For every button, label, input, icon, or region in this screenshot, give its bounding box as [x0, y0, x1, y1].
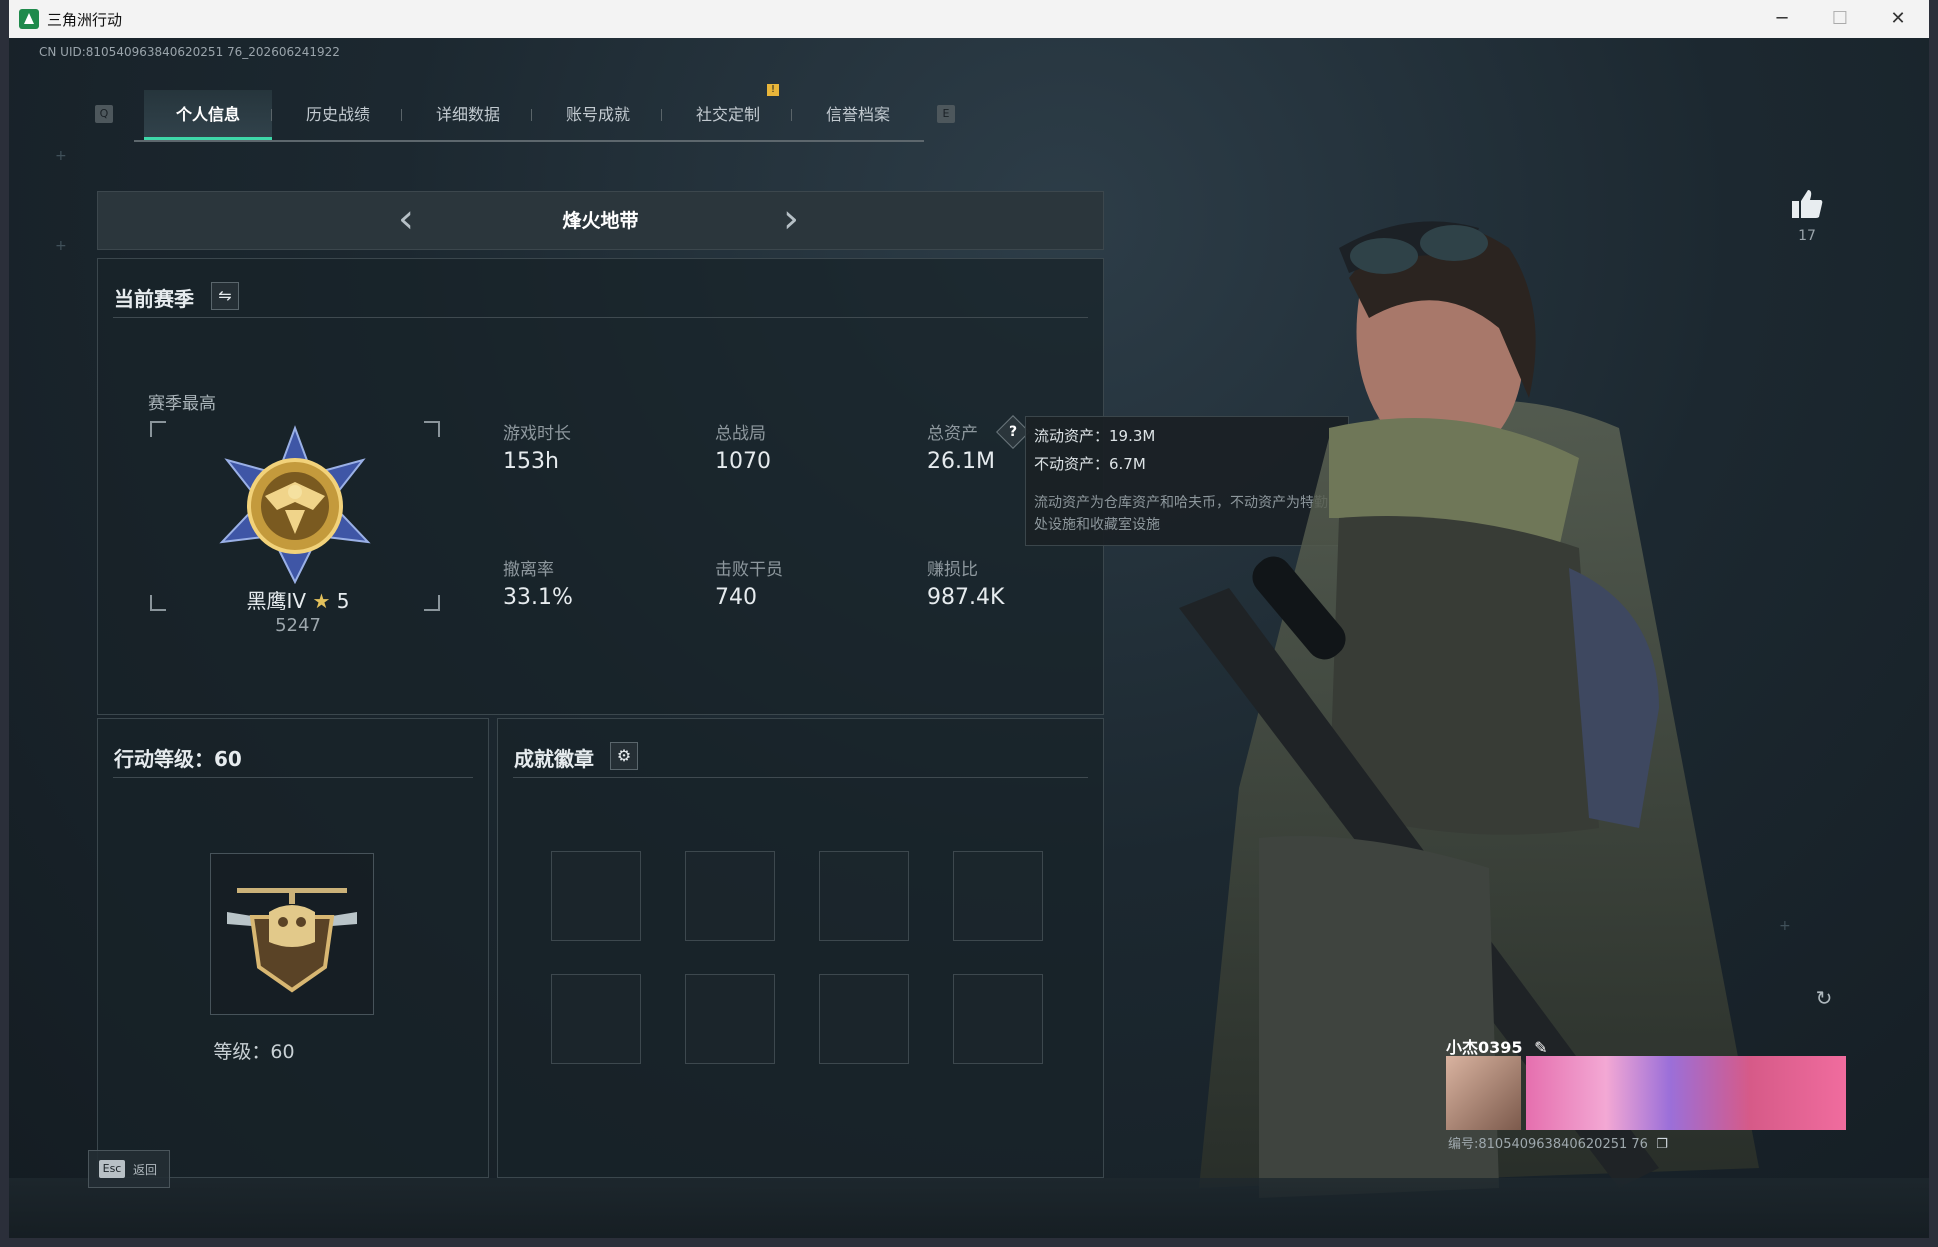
- badge-slot[interactable]: [551, 974, 641, 1064]
- copy-id-icon[interactable]: ❐: [1656, 1137, 1668, 1152]
- thumbs-up-icon[interactable]: [1790, 188, 1824, 220]
- close-button[interactable]: ✕: [1875, 4, 1921, 34]
- tab-notice-badge: !: [767, 84, 779, 96]
- badges-settings-icon[interactable]: ⚙: [610, 742, 638, 770]
- badge-slot[interactable]: [819, 851, 909, 941]
- stat-profit-ratio-value: 987.4K: [927, 585, 1005, 610]
- season-switch-icon[interactable]: ⇋: [211, 282, 239, 310]
- panel-divider: [513, 777, 1088, 778]
- player-name: 小杰0395: [1446, 1038, 1523, 1057]
- minimize-button[interactable]: ─: [1759, 4, 1805, 34]
- player-id-row: 编号:810540963840620251 76 ❐: [1448, 1133, 1668, 1152]
- like-widget[interactable]: 17: [1777, 188, 1837, 244]
- player-card: 小杰0395 ✎ 编号:810540963840620251 76 ❐: [1436, 1030, 1850, 1152]
- stat-total-assets-value: 26.1M: [927, 449, 995, 474]
- deco-cross-icon: +: [55, 238, 67, 254]
- refresh-icon[interactable]: ↻: [1809, 983, 1839, 1013]
- tab-personal-info[interactable]: 个人信息: [144, 90, 272, 140]
- tab-separator: [661, 109, 662, 121]
- level-emblem-box: [210, 853, 374, 1015]
- frame-corner: [424, 595, 440, 611]
- rank-score: 5247: [275, 615, 321, 636]
- badge-slot[interactable]: [953, 851, 1043, 941]
- player-id: 编号:810540963840620251 76: [1448, 1137, 1648, 1152]
- achievement-badges-panel: 成就徽章 ⚙: [497, 718, 1104, 1178]
- player-avatar[interactable]: [1446, 1056, 1521, 1130]
- stat-kills-value: 740: [715, 585, 757, 610]
- badges-panel-title: 成就徽章: [514, 747, 594, 771]
- stat-playtime-label: 游戏时长: [503, 424, 571, 444]
- bottom-bar: [9, 1178, 1929, 1238]
- uid-text: CN UID:810540963840620251 76_20260624192…: [39, 45, 340, 59]
- player-banner[interactable]: [1526, 1056, 1846, 1130]
- tab-account-achievements[interactable]: 账号成就: [534, 90, 662, 140]
- tab-bar: 个人信息 历史战绩 详细数据 账号成就 社交定制 信誉档案: [134, 90, 924, 142]
- edit-name-icon[interactable]: ✎: [1534, 1038, 1547, 1057]
- tab-separator: [271, 109, 272, 121]
- player-name-row: 小杰0395 ✎: [1446, 1034, 1548, 1058]
- rank-emblem-icon: [219, 425, 371, 584]
- tab-prev-key[interactable]: Q: [95, 105, 113, 123]
- stat-kills-label: 击败干员: [715, 560, 783, 580]
- stat-profit-ratio-label: 赚损比: [927, 560, 978, 580]
- season-panel-title: 当前赛季: [114, 287, 194, 311]
- rank-name: 黑鹰IV: [246, 589, 307, 613]
- mode-next-arrow-icon[interactable]: ›: [783, 197, 799, 241]
- badge-slot[interactable]: [819, 974, 909, 1064]
- panel-divider: [113, 777, 473, 778]
- rank-star-icon: ★: [312, 589, 331, 613]
- frame-corner: [150, 421, 166, 437]
- tab-credit-record[interactable]: 信誉档案: [794, 90, 922, 140]
- stat-extraction-rate-label: 撤离率: [503, 560, 554, 580]
- badge-slot[interactable]: [685, 974, 775, 1064]
- frame-corner: [150, 595, 166, 611]
- rank-star-count: 5: [336, 589, 350, 613]
- tab-social-custom[interactable]: 社交定制: [664, 90, 792, 140]
- app-logo-icon: [19, 9, 39, 29]
- mode-title: 烽火地带: [562, 210, 639, 232]
- stat-playtime-value: 153h: [503, 449, 559, 474]
- deco-cross-icon: +: [55, 148, 67, 164]
- stat-extraction-rate-value: 33.1%: [503, 585, 573, 610]
- current-season-panel: 当前赛季 ⇋ 赛季最高 黑鹰IV ★ 5 5247 游戏时长 153h 总战局 …: [97, 258, 1104, 715]
- stat-total-assets-label: 总资产: [927, 424, 978, 444]
- badge-slot[interactable]: [551, 851, 641, 941]
- tab-detailed-data[interactable]: 详细数据: [404, 90, 532, 140]
- stat-total-matches-label: 总战局: [715, 424, 766, 444]
- frame-corner: [424, 421, 440, 437]
- tab-match-history[interactable]: 历史战绩: [274, 90, 402, 140]
- tab-separator: [401, 109, 402, 121]
- like-count: 17: [1798, 228, 1816, 244]
- stat-total-matches-value: 1070: [715, 449, 771, 474]
- level-helicopter-emblem-icon: [227, 888, 357, 993]
- tab-separator: [791, 109, 792, 121]
- tab-separator: [531, 109, 532, 121]
- tab-next-key[interactable]: E: [937, 105, 955, 123]
- back-button[interactable]: Esc 返回: [88, 1150, 170, 1188]
- level-panel-title: 行动等级：60: [114, 747, 242, 771]
- level-text: 等级：60: [213, 1041, 295, 1063]
- maximize-button[interactable]: ☐: [1817, 4, 1863, 34]
- window-title: 三角洲行动: [47, 11, 123, 29]
- badge-slot[interactable]: [953, 974, 1043, 1064]
- level-panel: 行动等级：60 等级：60: [97, 718, 489, 1178]
- window-titlebar: 三角洲行动 ─ ☐ ✕: [9, 0, 1929, 38]
- panel-divider: [113, 317, 1088, 318]
- esc-key: Esc: [99, 1160, 125, 1178]
- back-label: 返回: [133, 1163, 158, 1177]
- badge-slot[interactable]: [685, 851, 775, 941]
- game-window: CN UID:810540963840620251 76_20260624192…: [9, 38, 1929, 1238]
- mode-selector: ‹ 烽火地带 ›: [97, 191, 1104, 250]
- season-best-label: 赛季最高: [148, 394, 216, 414]
- rank-name-row: 黑鹰IV ★ 5: [178, 585, 418, 614]
